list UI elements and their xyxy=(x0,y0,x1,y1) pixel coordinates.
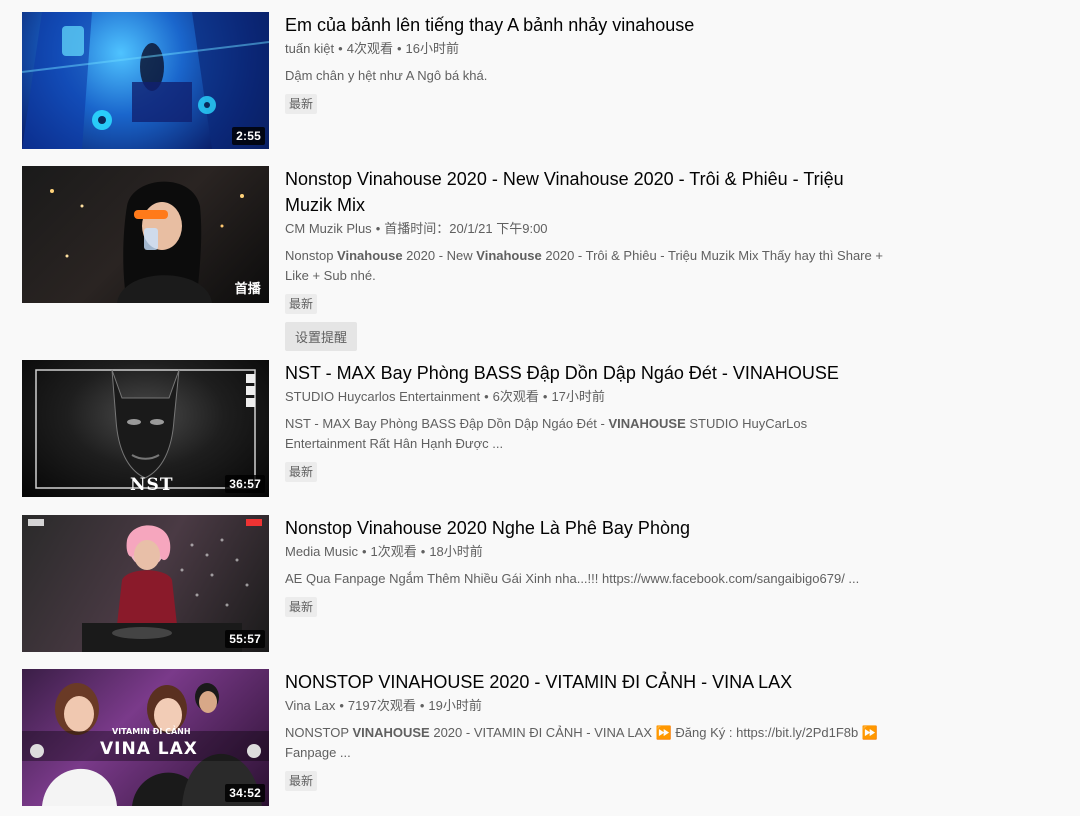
desc-highlight: VINAHOUSE xyxy=(352,725,430,740)
channel-name[interactable]: Vina Lax xyxy=(285,698,335,713)
desc-highlight: Vinahouse xyxy=(476,248,542,263)
video-info: Nonstop Vinahouse 2020 - New Vinahouse 2… xyxy=(285,166,885,351)
search-results: 2:55 Em của bảnh lên tiếng thay A bảnh n… xyxy=(0,0,1080,816)
video-info: NONSTOP VINAHOUSE 2020 - VITAMIN ĐI CẢNH… xyxy=(285,669,885,791)
video-info: NST - MAX Bay Phòng BASS Đập Dồn Dập Ngá… xyxy=(285,360,885,482)
channel-name[interactable]: tuấn kiệt xyxy=(285,41,334,56)
desc-text: 2020 - New xyxy=(402,248,477,263)
new-badge: 最新 xyxy=(285,294,318,314)
desc-highlight: VINAHOUSE xyxy=(608,416,686,431)
meta-separator: • xyxy=(361,544,367,559)
video-meta: Vina Lax • 7197次观看 • 19小时前 xyxy=(285,697,885,715)
meta-separator: • xyxy=(375,221,381,236)
new-badge: 最新 xyxy=(285,94,318,114)
new-badge: 最新 xyxy=(285,462,318,482)
meta-separator: • xyxy=(420,544,426,559)
meta-separator: • xyxy=(542,389,548,404)
upload-time: 16小时前 xyxy=(405,41,459,56)
video-meta: STUDIO Huycarlos Entertainment • 6次观看 • 17小时… xyxy=(285,388,885,406)
video-thumbnail[interactable]: VITAMIN ĐI CẢNH VINA LAX 34:52 xyxy=(22,669,269,806)
view-count: 7197次观看 xyxy=(347,698,416,713)
video-title[interactable]: Em của bảnh lên tiếng thay A bảnh nhảy v… xyxy=(285,12,885,38)
premiere-label: 首播 xyxy=(234,281,261,296)
video-thumbnail[interactable]: 2:55 xyxy=(22,12,269,149)
desc-text: NONSTOP xyxy=(285,725,353,740)
channel-name[interactable]: CM Muzik Plus xyxy=(285,221,372,236)
video-info: Nonstop Vinahouse 2020 Nghe Là Phê Bay P… xyxy=(285,515,885,617)
video-description: Nonstop Vinahouse 2020 - New Vinahouse 2… xyxy=(285,246,885,286)
video-thumbnail[interactable]: 55:57 xyxy=(22,515,269,652)
view-count: 4次观看 xyxy=(346,41,393,56)
desc-text: Nonstop xyxy=(285,248,338,263)
video-duration: 2:55 xyxy=(232,127,265,145)
video-thumbnail[interactable]: 首播 xyxy=(22,166,269,303)
video-title[interactable]: Nonstop Vinahouse 2020 Nghe Là Phê Bay P… xyxy=(285,515,885,541)
view-count: 1次观看 xyxy=(370,544,417,559)
meta-separator: • xyxy=(338,41,343,56)
set-reminder-button[interactable]: 设置提醒 xyxy=(285,322,357,351)
video-description: NONSTOP VINAHOUSE 2020 - VITAMIN ĐI CẢNH… xyxy=(285,723,885,763)
meta-separator: • xyxy=(419,698,425,713)
meta-separator: • xyxy=(339,698,344,713)
channel-name[interactable]: STUDIO Huycarlos Entertainment xyxy=(285,389,480,404)
new-badge: 最新 xyxy=(285,771,318,791)
thumbnail-logo-text: NST xyxy=(130,475,174,495)
meta-separator: • xyxy=(484,389,489,404)
video-description: Dậm chân y hệt như A Ngô bá khá. xyxy=(285,68,488,83)
video-meta: Media Music • 1次观看 • 18小时前 xyxy=(285,543,885,561)
video-title[interactable]: Nonstop Vinahouse 2020 - New Vinahouse 2… xyxy=(285,166,885,218)
upload-time: 19小时前 xyxy=(428,698,482,713)
video-description: NST - MAX Bay Phòng BASS Đập Dồn Dập Ngá… xyxy=(285,414,885,454)
desc-highlight: Vinahouse xyxy=(337,248,403,263)
new-badge: 最新 xyxy=(285,597,318,617)
video-meta: CM Muzik Plus • 首播时间：20/1/21 下午9:00 xyxy=(285,220,885,238)
upload-time: 17小时前 xyxy=(551,389,605,404)
video-meta: tuấn kiệt • 4次观看 • 16小时前 xyxy=(285,40,885,58)
video-duration: 34:52 xyxy=(225,784,265,802)
video-duration: 36:57 xyxy=(225,475,265,493)
video-title[interactable]: NONSTOP VINAHOUSE 2020 - VITAMIN ĐI CẢNH… xyxy=(285,669,885,695)
meta-separator: • xyxy=(396,41,402,56)
video-duration: 55:57 xyxy=(225,630,265,648)
premiere-time: 首播时间：20/1/21 下午9:00 xyxy=(384,221,548,236)
channel-name[interactable]: Media Music xyxy=(285,544,358,559)
view-count: 6次观看 xyxy=(492,389,539,404)
video-title[interactable]: NST - MAX Bay Phòng BASS Đập Dồn Dập Ngá… xyxy=(285,360,885,386)
video-thumbnail[interactable]: NST 36:57 xyxy=(22,360,269,497)
desc-text: NST - MAX Bay Phòng BASS Đập Dồn Dập Ngá… xyxy=(285,416,609,431)
video-description: AE Qua Fanpage Ngắm Thêm Nhiều Gái Xinh … xyxy=(285,571,860,586)
upload-time: 18小时前 xyxy=(429,544,483,559)
video-info: Em của bảnh lên tiếng thay A bảnh nhảy v… xyxy=(285,12,885,114)
thumbnail-logo-text: VINA LAX xyxy=(100,739,198,759)
thumbnail-subtitle: VITAMIN ĐI CẢNH xyxy=(112,727,191,736)
